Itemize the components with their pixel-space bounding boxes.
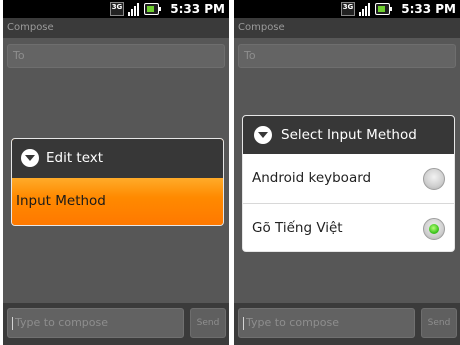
send-button[interactable]: Send: [421, 308, 457, 338]
signal-strength-icon: [127, 2, 141, 16]
compose-placeholder: Type to compose: [15, 316, 109, 329]
status-bar: 3G 5:33 PM: [234, 0, 460, 18]
to-field[interactable]: To: [7, 44, 225, 68]
dialog-header: Select Input Method: [243, 116, 454, 154]
send-button[interactable]: Send: [190, 308, 226, 338]
window-title: Compose: [3, 18, 229, 38]
signal-strength-icon: [358, 2, 372, 16]
phone-screen-left: 3G 5:33 PM Compose To Edit text Input Me…: [3, 0, 229, 345]
menu-item-input-method[interactable]: Input Method: [12, 178, 223, 225]
radio-button-selected[interactable]: [423, 218, 445, 240]
status-icons: 3G: [110, 2, 161, 16]
phone-screen-right: 3G 5:33 PM Compose To Select Input Metho…: [234, 0, 460, 345]
choice-label: Gõ Tiếng Việt: [252, 220, 343, 236]
select-input-method-dialog: Select Input Method Android keyboard Gõ …: [242, 115, 455, 252]
chevron-down-circle-icon: [21, 149, 39, 167]
screenshot-pair: 3G 5:33 PM Compose To Edit text Input Me…: [0, 0, 460, 345]
edit-text-dialog: Edit text Input Method: [11, 138, 224, 226]
status-icons: 3G: [341, 2, 392, 16]
chevron-down-circle-icon: [254, 126, 272, 144]
dialog-title: Edit text: [46, 150, 104, 166]
text-caret: [12, 317, 13, 330]
choice-go-tieng-viet[interactable]: Gõ Tiếng Việt: [243, 203, 454, 251]
compose-input[interactable]: Type to compose: [238, 308, 415, 338]
network-3g-icon: 3G: [341, 2, 355, 16]
battery-icon: [375, 3, 392, 15]
network-3g-icon: 3G: [110, 2, 124, 16]
compose-placeholder: Type to compose: [246, 316, 340, 329]
window-title: Compose: [234, 18, 460, 38]
radio-button-unselected[interactable]: [423, 168, 445, 190]
status-time: 5:33 PM: [170, 2, 225, 16]
compose-input[interactable]: Type to compose: [7, 308, 184, 338]
text-caret: [243, 317, 244, 330]
dialog-title: Select Input Method: [281, 127, 417, 143]
battery-icon: [144, 3, 161, 15]
compose-bar: Type to compose Send: [234, 303, 460, 345]
choice-android-keyboard[interactable]: Android keyboard: [243, 154, 454, 203]
choice-label: Android keyboard: [252, 170, 372, 186]
status-bar: 3G 5:33 PM: [3, 0, 229, 18]
compose-bar: Type to compose Send: [3, 303, 229, 345]
dialog-header: Edit text: [12, 139, 223, 178]
status-time: 5:33 PM: [401, 2, 456, 16]
to-field[interactable]: To: [238, 44, 456, 68]
